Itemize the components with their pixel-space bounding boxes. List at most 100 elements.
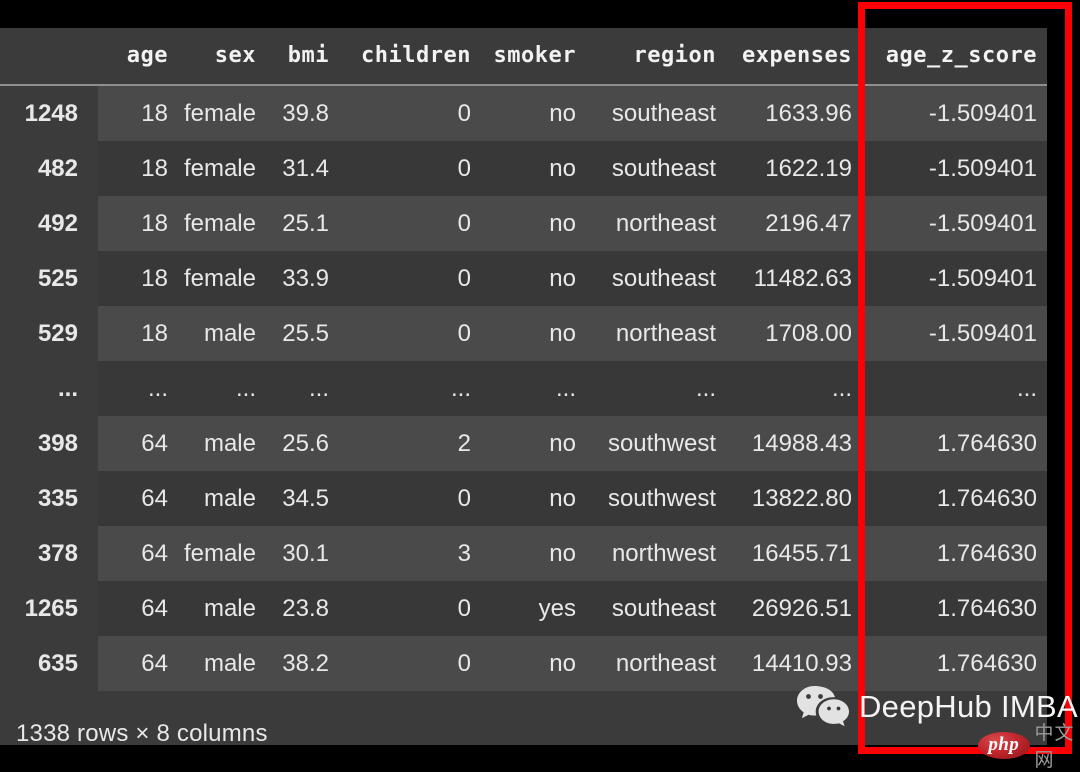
row-right-gutter [1037, 361, 1047, 416]
cell-region: ... [576, 361, 716, 416]
cell-region: northeast [576, 306, 716, 361]
cell-expenses: 1708.00 [716, 306, 852, 361]
row-right-gutter [1037, 251, 1047, 306]
dataframe-table: age sex bmi children smoker region expen… [0, 28, 1047, 691]
row-index-cell: 635 [16, 636, 78, 691]
cell-children: 0 [329, 196, 471, 251]
left-gutter [0, 28, 16, 86]
row-right-gutter [1037, 471, 1047, 526]
php-logo-label: php [988, 734, 1020, 755]
row-left-gutter [0, 196, 16, 251]
cell-bmi: 25.6 [256, 416, 329, 471]
cell-smoker: no [471, 526, 576, 581]
header-row: age sex bmi children smoker region expen… [0, 28, 1047, 86]
cell-expenses: ... [716, 361, 852, 416]
column-header-bmi[interactable]: bmi [256, 28, 329, 86]
row-right-gutter [1037, 416, 1047, 471]
row-left-gutter [0, 526, 16, 581]
table-row: 482 18 female 31.4 0 no southeast 1622.19 -1.509… [0, 141, 1047, 196]
row-index-gap [78, 636, 98, 691]
cell-smoker: no [471, 141, 576, 196]
wechat-icon [797, 686, 849, 727]
table-row: 492 18 female 25.1 0 no northeast 2196.47 -1.509… [0, 196, 1047, 251]
row-right-gutter [1037, 196, 1047, 251]
row-left-gutter [0, 361, 16, 416]
row-right-gutter [1037, 306, 1047, 361]
cell-smoker: no [471, 636, 576, 691]
cell-age-z-score: -1.509401 [852, 141, 1037, 196]
cell-age: 64 [98, 581, 168, 636]
php-watermark-cn: 中文网 [1034, 723, 1075, 771]
column-header-expenses[interactable]: expenses [716, 28, 852, 86]
table-row: 378 64 female 30.1 3 no northwest 16455.71 1.764… [0, 526, 1047, 581]
column-header-sex[interactable]: sex [168, 28, 256, 86]
cell-sex: female [168, 85, 256, 141]
table-row: 1248 18 female 39.8 0 no southeast 1633.96 -1.50… [0, 85, 1047, 141]
cell-region: northeast [576, 196, 716, 251]
row-index-cell: 482 [16, 141, 78, 196]
row-index-gap [78, 471, 98, 526]
cell-region: southeast [576, 251, 716, 306]
watermark-brand: DeepHub IMBA [859, 688, 1078, 724]
column-header-children[interactable]: children [329, 28, 471, 86]
cell-smoker: no [471, 471, 576, 526]
row-index-cell: 335 [16, 471, 78, 526]
column-header-age[interactable]: age [98, 28, 168, 86]
cell-bmi: 34.5 [256, 471, 329, 526]
cell-sex: female [168, 141, 256, 196]
cell-sex: ... [168, 361, 256, 416]
cell-age: 64 [98, 526, 168, 581]
cell-age-z-score: 1.764630 [852, 416, 1037, 471]
row-index-cell: 529 [16, 306, 78, 361]
column-header-age-z-score[interactable]: age_z_score [852, 28, 1037, 86]
row-index-gap [78, 306, 98, 361]
cell-smoker: yes [471, 581, 576, 636]
row-index-cell: 525 [16, 251, 78, 306]
cell-smoker: no [471, 196, 576, 251]
cell-expenses: 16455.71 [716, 526, 852, 581]
cell-expenses: 2196.47 [716, 196, 852, 251]
column-header-index[interactable] [16, 28, 78, 86]
row-index-gap [78, 85, 98, 141]
cell-age-z-score: -1.509401 [852, 196, 1037, 251]
cell-expenses: 11482.63 [716, 251, 852, 306]
cell-age-z-score: ... [852, 361, 1037, 416]
row-index-cell: 398 [16, 416, 78, 471]
row-left-gutter [0, 581, 16, 636]
row-right-gutter [1037, 581, 1047, 636]
row-right-gutter [1037, 526, 1047, 581]
column-header-region[interactable]: region [576, 28, 716, 86]
cell-sex: male [168, 581, 256, 636]
row-left-gutter [0, 85, 16, 141]
cell-age: ... [98, 361, 168, 416]
cell-region: northeast [576, 636, 716, 691]
cell-age-z-score: 1.764630 [852, 581, 1037, 636]
cell-age: 64 [98, 416, 168, 471]
cell-bmi: 30.1 [256, 526, 329, 581]
table-row: 335 64 male 34.5 0 no southwest 13822.80 1.76463… [0, 471, 1047, 526]
cell-bmi: 31.4 [256, 141, 329, 196]
cell-children: 0 [329, 141, 471, 196]
row-index-gap [78, 581, 98, 636]
cell-sex: male [168, 636, 256, 691]
row-left-gutter [0, 251, 16, 306]
cell-sex: female [168, 526, 256, 581]
row-left-gutter [0, 636, 16, 691]
column-header-smoker[interactable]: smoker [471, 28, 576, 86]
cell-region: southeast [576, 141, 716, 196]
right-gutter [1037, 28, 1047, 86]
cell-sex: male [168, 471, 256, 526]
cell-age: 64 [98, 471, 168, 526]
cell-smoker: no [471, 85, 576, 141]
cell-age: 64 [98, 636, 168, 691]
cell-smoker: ... [471, 361, 576, 416]
cell-bmi: 23.8 [256, 581, 329, 636]
row-right-gutter [1037, 141, 1047, 196]
cell-age-z-score: -1.509401 [852, 251, 1037, 306]
cell-age-z-score: -1.509401 [852, 85, 1037, 141]
header-gap [78, 28, 98, 86]
cell-expenses: 26926.51 [716, 581, 852, 636]
php-logo-icon: php [978, 731, 1030, 759]
row-index-cell: 378 [16, 526, 78, 581]
cell-region: northwest [576, 526, 716, 581]
